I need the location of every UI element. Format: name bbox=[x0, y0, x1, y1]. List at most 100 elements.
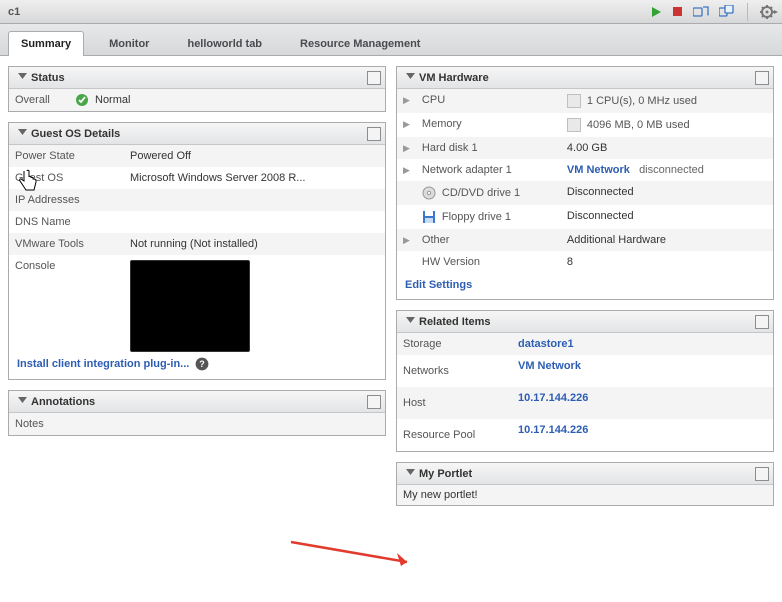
hw-fd-label: Floppy drive 1 bbox=[442, 211, 511, 223]
cpu-thumb-icon bbox=[567, 94, 581, 108]
portlet-title: My Portlet bbox=[419, 468, 755, 480]
status-row: Overall Normal bbox=[9, 89, 385, 111]
expand-icon[interactable]: ▶ bbox=[403, 235, 410, 245]
portlet-box-button[interactable] bbox=[367, 127, 381, 141]
hw-cpu-value: 1 CPU(s), 0 MHz used bbox=[587, 95, 697, 107]
portlet-my-portlet: My Portlet My new portlet! bbox=[396, 462, 774, 506]
portlet-box-button[interactable] bbox=[367, 71, 381, 85]
hw-hwv-label: HW Version bbox=[416, 251, 561, 273]
collapse-icon[interactable] bbox=[17, 397, 27, 407]
guest-os-label: Guest OS bbox=[9, 167, 124, 189]
toolbar bbox=[650, 3, 778, 21]
hardware-table: ▶ CPU 1 CPU(s), 0 MHz used ▶ Memory 4096… bbox=[397, 89, 773, 273]
guest-console-label: Console bbox=[9, 255, 124, 357]
hw-cpu-label: CPU bbox=[416, 89, 561, 113]
window-title: c1 bbox=[8, 6, 650, 18]
tab-resource-management[interactable]: Resource Management bbox=[287, 31, 433, 56]
portlet-related-items: Related Items Storage datastore1 Network… bbox=[396, 310, 774, 452]
hw-other-label: Other bbox=[416, 229, 561, 251]
portlet-title: Annotations bbox=[31, 396, 367, 408]
help-icon[interactable]: ? bbox=[195, 357, 209, 371]
play-icon[interactable] bbox=[650, 6, 662, 18]
portlet-header: Annotations bbox=[9, 391, 385, 413]
guest-tools-label: VMware Tools bbox=[9, 233, 124, 255]
notes-value[interactable] bbox=[59, 413, 385, 435]
hw-mem-label: Memory bbox=[416, 113, 561, 137]
tab-summary[interactable]: Summary bbox=[8, 31, 84, 56]
svg-text:?: ? bbox=[200, 359, 206, 369]
collapse-icon[interactable] bbox=[17, 129, 27, 139]
console-thumbnail[interactable] bbox=[130, 260, 250, 352]
guest-power-value: Powered Off bbox=[124, 145, 385, 167]
guest-os-table: Power State Powered Off Guest OS Microso… bbox=[9, 145, 385, 357]
portlet-status: Status Overall Normal bbox=[8, 66, 386, 112]
hw-cd-value: Disconnected bbox=[561, 181, 773, 205]
portlet-box-button[interactable] bbox=[755, 467, 769, 481]
status-overall-value: Normal bbox=[95, 94, 130, 106]
tab-helloworld[interactable]: helloworld tab bbox=[174, 31, 275, 56]
hw-other-value: Additional Hardware bbox=[561, 229, 773, 251]
guest-power-label: Power State bbox=[9, 145, 124, 167]
tab-monitor[interactable]: Monitor bbox=[96, 31, 162, 56]
guest-ip-label: IP Addresses bbox=[9, 189, 124, 211]
hw-cd-label: CD/DVD drive 1 bbox=[442, 187, 520, 199]
gear-icon[interactable] bbox=[760, 5, 778, 19]
rel-rp-link[interactable]: 10.17.144.226 bbox=[518, 424, 588, 436]
hw-fd-value: Disconnected bbox=[561, 205, 773, 229]
expand-icon[interactable]: ▶ bbox=[403, 143, 410, 153]
portlet-header: Guest OS Details bbox=[9, 123, 385, 145]
portlet-vm-hardware: VM Hardware ▶ CPU 1 CPU(s), 0 MHz used ▶… bbox=[396, 66, 774, 300]
rel-storage-link[interactable]: datastore1 bbox=[518, 338, 574, 350]
portlet-header: My Portlet bbox=[397, 463, 773, 485]
portlet-annotations: Annotations Notes bbox=[8, 390, 386, 436]
hw-net-extra: disconnected bbox=[639, 164, 704, 176]
guest-ip-value bbox=[124, 189, 385, 211]
notes-label: Notes bbox=[9, 413, 59, 435]
rel-networks-label: Networks bbox=[397, 355, 512, 387]
rel-storage-label: Storage bbox=[397, 333, 512, 355]
status-overall-label: Overall bbox=[15, 94, 75, 106]
right-column: VM Hardware ▶ CPU 1 CPU(s), 0 MHz used ▶… bbox=[396, 66, 774, 506]
install-plugin-link[interactable]: Install client integration plug-in... bbox=[17, 358, 189, 370]
expand-icon[interactable]: ▶ bbox=[403, 119, 410, 129]
hw-mem-value: 4096 MB, 0 MB used bbox=[587, 119, 690, 131]
collapse-icon[interactable] bbox=[405, 469, 415, 479]
annotation-arrow-icon bbox=[289, 538, 429, 578]
title-bar: c1 bbox=[0, 0, 782, 24]
guest-dns-label: DNS Name bbox=[9, 211, 124, 233]
portlet-box-button[interactable] bbox=[755, 71, 769, 85]
collapse-icon[interactable] bbox=[17, 73, 27, 83]
content-area: Status Overall Normal Guest OS Details bbox=[0, 56, 782, 516]
edit-settings-link[interactable]: Edit Settings bbox=[405, 279, 472, 291]
portlet-header: Related Items bbox=[397, 311, 773, 333]
portlet-title: Guest OS Details bbox=[31, 128, 367, 140]
portlet-header: Status bbox=[9, 67, 385, 89]
hw-net-link[interactable]: VM Network bbox=[567, 164, 630, 176]
collapse-icon[interactable] bbox=[405, 73, 415, 83]
stop-icon[interactable] bbox=[672, 6, 683, 17]
cd-icon bbox=[422, 186, 436, 200]
guest-dns-value bbox=[124, 211, 385, 233]
rel-host-link[interactable]: 10.17.144.226 bbox=[518, 392, 588, 404]
portlet-header: VM Hardware bbox=[397, 67, 773, 89]
status-ok-icon bbox=[75, 93, 89, 107]
expand-icon[interactable]: ▶ bbox=[403, 165, 410, 175]
clone-icon[interactable] bbox=[719, 5, 735, 19]
portlet-title: VM Hardware bbox=[419, 72, 755, 84]
memory-thumb-icon bbox=[567, 118, 581, 132]
rel-host-label: Host bbox=[397, 387, 512, 419]
hw-disk-label: Hard disk 1 bbox=[416, 137, 561, 159]
collapse-icon[interactable] bbox=[405, 317, 415, 327]
portlet-guest-os: Guest OS Details Power State Powered Off… bbox=[8, 122, 386, 380]
guest-os-value: Microsoft Windows Server 2008 R... bbox=[124, 167, 385, 189]
guest-tools-value: Not running (Not installed) bbox=[124, 233, 385, 255]
portlet-title: Status bbox=[31, 72, 367, 84]
portlet-box-button[interactable] bbox=[755, 315, 769, 329]
portlet-box-button[interactable] bbox=[367, 395, 381, 409]
migrate-icon[interactable] bbox=[693, 5, 709, 19]
tab-strip: Summary Monitor helloworld tab Resource … bbox=[0, 24, 782, 56]
rel-networks-link[interactable]: VM Network bbox=[518, 360, 581, 372]
hw-disk-value: 4.00 GB bbox=[561, 137, 773, 159]
toolbar-separator bbox=[747, 3, 748, 21]
expand-icon[interactable]: ▶ bbox=[403, 95, 410, 105]
